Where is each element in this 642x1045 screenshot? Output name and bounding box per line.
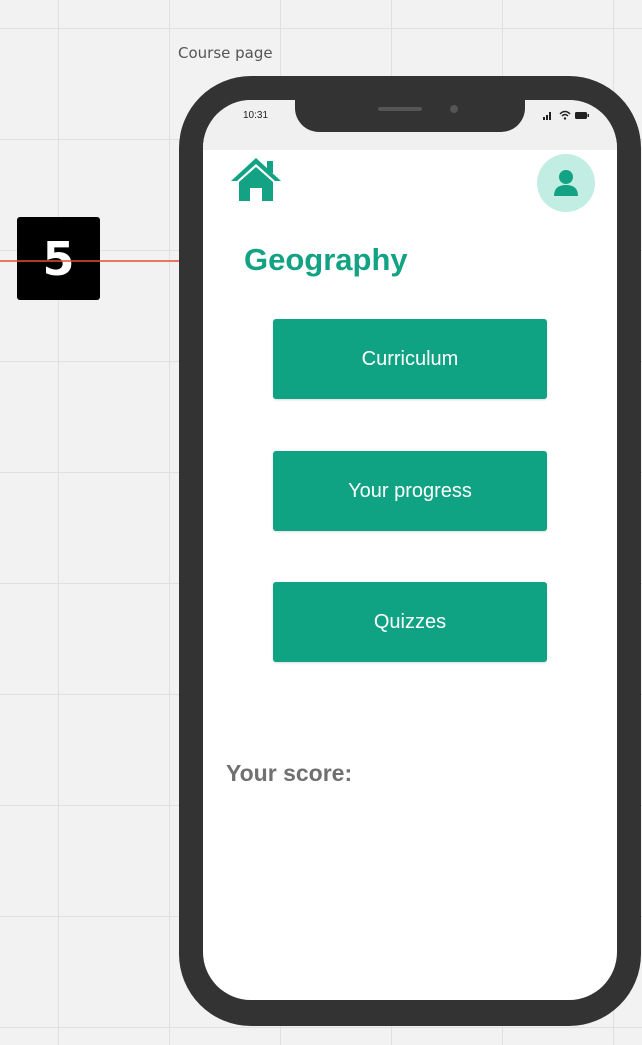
front-camera [450, 105, 458, 113]
phone-notch [295, 100, 525, 132]
phone-screen: 10:31 Geography Curriculum Your progress… [203, 100, 617, 1000]
status-time: 10:31 [243, 110, 269, 121]
speaker-grille [378, 107, 422, 111]
curriculum-button[interactable]: Curriculum [273, 319, 547, 399]
quizzes-button[interactable]: Quizzes [273, 582, 547, 662]
wifi-icon [559, 110, 571, 120]
user-icon [554, 170, 578, 196]
frame-label: Course page [178, 44, 273, 62]
phone-frame: 10:31 Geography Curriculum Your progress… [179, 76, 641, 1026]
status-bar: 10:31 [203, 100, 617, 150]
home-icon [231, 158, 281, 201]
your-progress-button[interactable]: Your progress [273, 451, 547, 531]
home-button[interactable] [229, 155, 283, 203]
battery-icon [575, 112, 589, 119]
course-title: Geography [244, 242, 408, 277]
status-icons [543, 110, 589, 120]
signal-icon [543, 112, 551, 120]
score-label: Your score: [226, 760, 353, 786]
profile-button[interactable] [537, 154, 595, 212]
